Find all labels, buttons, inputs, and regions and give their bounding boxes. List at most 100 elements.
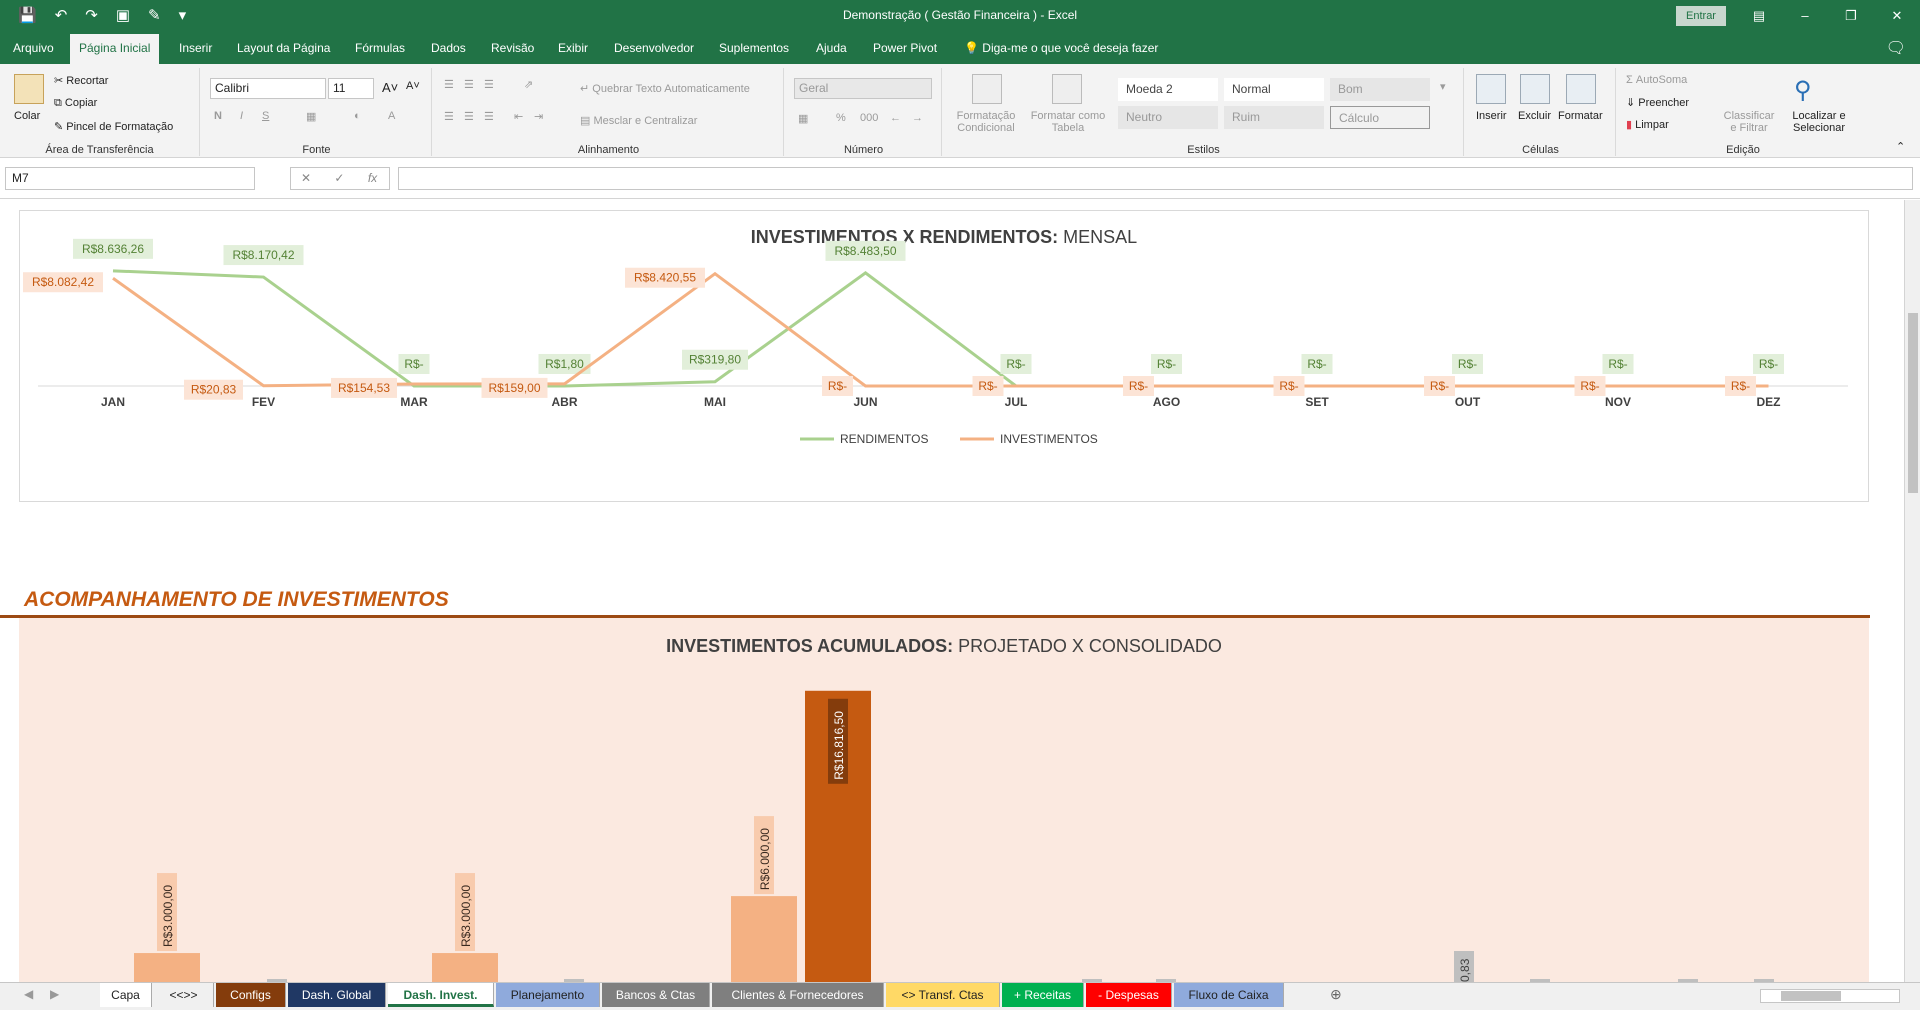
tab-inserir[interactable]: Inserir bbox=[170, 32, 221, 64]
align-center-icon[interactable]: ☰ bbox=[464, 110, 474, 123]
tab-power-pivot[interactable]: Power Pivot bbox=[864, 32, 946, 64]
find-select-button[interactable]: Localizar e Selecionar bbox=[1784, 110, 1854, 134]
style-calculo[interactable]: Cálculo bbox=[1330, 106, 1430, 129]
signin-button[interactable]: Entrar bbox=[1676, 6, 1726, 26]
comments-icon[interactable]: 🗨 bbox=[1886, 38, 1906, 58]
number-format-select[interactable]: Geral bbox=[794, 78, 932, 99]
underline-button[interactable]: S bbox=[262, 110, 269, 122]
enter-icon[interactable]: ✓ bbox=[334, 171, 344, 185]
shrink-font-icon[interactable]: A˅ bbox=[406, 80, 420, 92]
add-sheet-icon[interactable]: ⊕ bbox=[1330, 986, 1342, 1003]
copy-button[interactable]: ⧉ Copiar bbox=[54, 97, 97, 110]
fill-color-icon[interactable]: ◐ bbox=[354, 110, 361, 122]
tab-suplementos[interactable]: Suplementos bbox=[710, 32, 798, 64]
style-normal[interactable]: Normal bbox=[1224, 78, 1324, 101]
styles-more-icon[interactable]: ▾ bbox=[1440, 80, 1446, 93]
tab-formulas[interactable]: Fórmulas bbox=[346, 32, 414, 64]
name-box[interactable]: M7 bbox=[5, 167, 255, 190]
autosum-button[interactable]: Σ AutoSoma bbox=[1626, 74, 1687, 86]
horizontal-scroll-thumb[interactable] bbox=[1781, 991, 1841, 1001]
sheet-tab[interactable]: Dash. Global bbox=[288, 983, 386, 1007]
style-moeda2[interactable]: Moeda 2 bbox=[1118, 78, 1218, 101]
tab-revisao[interactable]: Revisão bbox=[482, 32, 543, 64]
collapse-ribbon-icon[interactable]: ⌃ bbox=[1896, 140, 1905, 153]
cancel-icon[interactable]: ✕ bbox=[301, 171, 311, 185]
format-as-table-button[interactable]: Formatar como Tabela bbox=[1028, 110, 1108, 134]
tab-layout[interactable]: Layout da Página bbox=[228, 32, 339, 64]
insert-function-button[interactable]: fx bbox=[368, 171, 377, 185]
style-neutro[interactable]: Neutro bbox=[1118, 106, 1218, 129]
insert-cells-button[interactable]: Inserir bbox=[1476, 110, 1507, 122]
font-size-select[interactable]: 11 bbox=[328, 78, 374, 99]
thousands-button[interactable]: 000 bbox=[860, 112, 878, 124]
bold-button[interactable]: N bbox=[214, 110, 222, 122]
paste-icon[interactable] bbox=[14, 74, 44, 104]
sheet-tab[interactable]: Planejamento bbox=[496, 983, 600, 1007]
align-middle-icon[interactable]: ☰ bbox=[464, 78, 474, 91]
worksheet[interactable]: INVESTIMENTOS X RENDIMENTOS: MENSAL JAN F… bbox=[0, 200, 1904, 982]
format-cells-button[interactable]: Formatar bbox=[1558, 110, 1603, 122]
prev-sheet-icon[interactable]: ◀ bbox=[24, 987, 33, 1001]
cut-button[interactable]: ✂ Recortar bbox=[54, 74, 108, 87]
restore-icon[interactable]: ❐ bbox=[1828, 0, 1874, 32]
tab-desenvolvedor[interactable]: Desenvolvedor bbox=[605, 32, 703, 64]
format-as-table-icon bbox=[1052, 74, 1082, 104]
ribbon-display-options-icon[interactable]: ▤ bbox=[1736, 0, 1782, 32]
sheet-tab[interactable]: Dash. Invest. bbox=[388, 983, 494, 1007]
percent-button[interactable]: % bbox=[836, 112, 846, 124]
font-name-select[interactable]: Calibri bbox=[210, 78, 326, 99]
orientation-icon[interactable]: ⇗ bbox=[524, 78, 533, 91]
tab-exibir[interactable]: Exibir bbox=[549, 32, 597, 64]
formula-input[interactable] bbox=[398, 167, 1913, 190]
autosum-label: AutoSoma bbox=[1635, 74, 1688, 86]
sheet-tab[interactable]: Bancos & Ctas bbox=[602, 983, 710, 1007]
grow-font-icon[interactable]: A˅ bbox=[382, 80, 398, 95]
sheet-tab[interactable]: Clientes & Fornecedores bbox=[712, 983, 884, 1007]
tab-pagina-inicial[interactable]: Página Inicial bbox=[70, 34, 160, 64]
sheet-tab[interactable]: <<>> bbox=[154, 983, 214, 1007]
horizontal-scrollbar[interactable] bbox=[1760, 989, 1900, 1003]
sheet-tab[interactable]: Fluxo de Caixa bbox=[1174, 983, 1284, 1007]
format-painter-button[interactable]: ✎ Pincel de Formatação bbox=[54, 120, 173, 133]
sheet-tab[interactable]: + Receitas bbox=[1002, 983, 1084, 1007]
style-bom[interactable]: Bom bbox=[1330, 78, 1430, 101]
vertical-scrollbar[interactable] bbox=[1904, 200, 1920, 982]
fill-button[interactable]: ⇓ Preencher bbox=[1626, 96, 1689, 109]
wrap-text-button[interactable]: ↵ Quebrar Texto Automaticamente bbox=[580, 82, 750, 95]
sheet-tab[interactable]: - Despesas bbox=[1086, 983, 1172, 1007]
decrease-decimal-icon[interactable]: → bbox=[912, 112, 923, 124]
cut-label: Recortar bbox=[66, 75, 109, 87]
tell-me-search[interactable]: 💡 Diga-me o que você deseja fazer bbox=[964, 32, 1158, 64]
sort-filter-button[interactable]: Classificar e Filtrar bbox=[1722, 110, 1776, 134]
sheet-tab[interactable]: Configs bbox=[216, 983, 286, 1007]
next-sheet-icon[interactable]: ▶ bbox=[50, 987, 59, 1001]
minimize-icon[interactable]: – bbox=[1782, 0, 1828, 32]
paste-button[interactable]: Colar bbox=[14, 110, 40, 122]
align-top-icon[interactable]: ☰ bbox=[444, 78, 454, 91]
align-bottom-icon[interactable]: ☰ bbox=[484, 78, 494, 91]
conditional-format-button[interactable]: Formatação Condicional bbox=[950, 110, 1022, 134]
data-label-text: R$- bbox=[1608, 357, 1627, 371]
tab-ajuda[interactable]: Ajuda bbox=[807, 32, 856, 64]
increase-decimal-icon[interactable]: ← bbox=[890, 112, 901, 124]
style-ruim[interactable]: Ruim bbox=[1224, 106, 1324, 129]
sheet-tab[interactable]: Capa bbox=[100, 983, 152, 1007]
bar-chart-investimentos-acumulados[interactable]: INVESTIMENTOS ACUMULADOS: PROJETADO X CO… bbox=[19, 618, 1869, 982]
clear-button[interactable]: ▮ Limpar bbox=[1626, 118, 1669, 131]
increase-indent-icon[interactable]: ⇥ bbox=[534, 110, 543, 123]
merge-center-button[interactable]: ▤ Mesclar e Centralizar bbox=[580, 114, 697, 127]
sheet-tab[interactable]: <> Transf. Ctas bbox=[886, 983, 1000, 1007]
align-left-icon[interactable]: ☰ bbox=[444, 110, 454, 123]
borders-icon[interactable]: ▦ bbox=[306, 110, 316, 123]
decrease-indent-icon[interactable]: ⇤ bbox=[514, 110, 523, 123]
vertical-scroll-thumb[interactable] bbox=[1908, 313, 1918, 493]
tab-dados[interactable]: Dados bbox=[422, 32, 475, 64]
currency-format-icon[interactable]: ▦ bbox=[798, 112, 808, 125]
italic-button[interactable]: I bbox=[240, 110, 243, 122]
font-color-icon[interactable]: A bbox=[388, 110, 395, 122]
tab-arquivo[interactable]: Arquivo bbox=[4, 32, 63, 64]
close-icon[interactable]: ✕ bbox=[1874, 0, 1920, 32]
line-chart-investimentos-rendimentos[interactable]: INVESTIMENTOS X RENDIMENTOS: MENSAL JAN F… bbox=[19, 210, 1869, 502]
align-right-icon[interactable]: ☰ bbox=[484, 110, 494, 123]
delete-cells-button[interactable]: Excluir bbox=[1518, 110, 1551, 122]
